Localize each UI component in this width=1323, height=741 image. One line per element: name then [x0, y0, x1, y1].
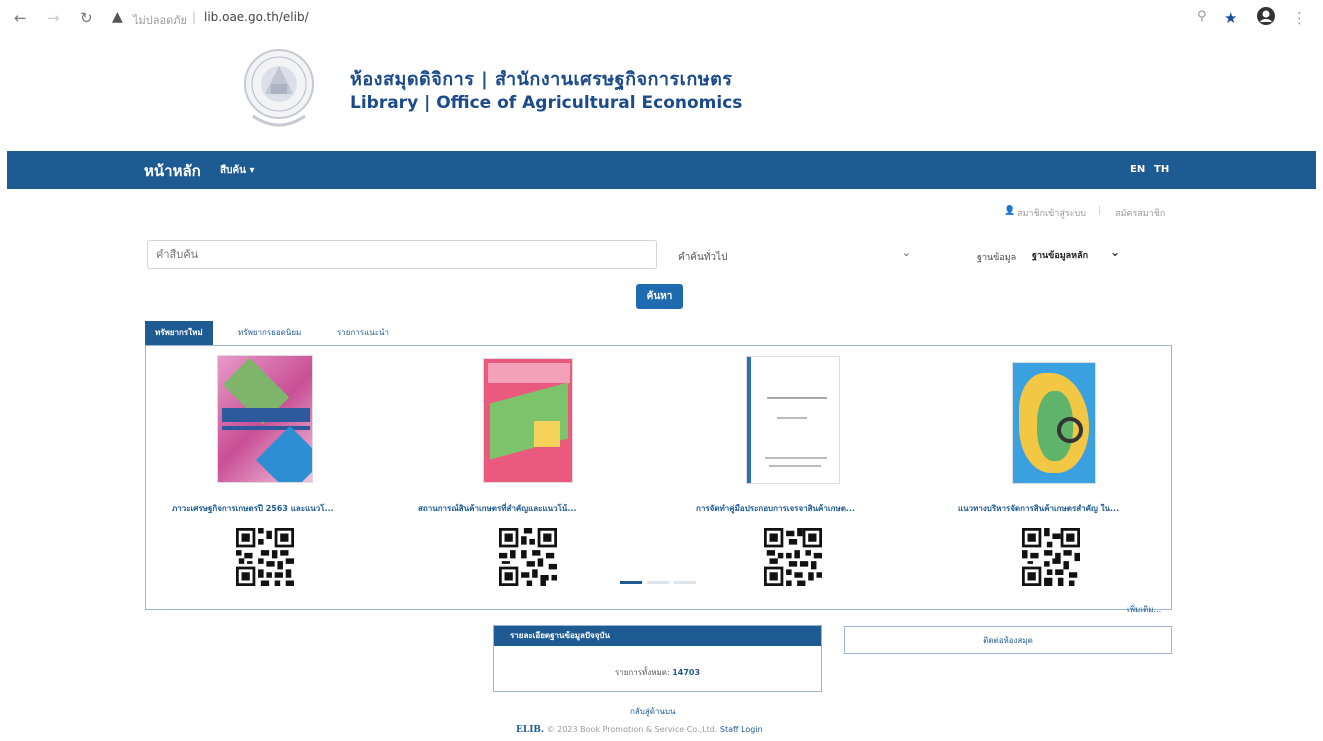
qr-code-icon [764, 528, 822, 586]
address-bar[interactable]: lib.oae.go.th/elib/ [204, 10, 309, 24]
search-input[interactable] [147, 240, 657, 269]
database-select[interactable]: ฐานข้อมูลหลัก [1032, 248, 1088, 262]
member-login-link[interactable]: สมาชิกเข้าสู่ระบบ [1017, 206, 1086, 220]
total-records-label: รายการทั้งหมด: [614, 668, 670, 677]
database-info-box: รายละเอียดฐานข้อมูลปัจจุบัน รายการทั้งหม… [493, 625, 822, 692]
qr-code-icon [499, 528, 557, 586]
book-carousel-panel: ภาวะเศรษฐกิจการเกษตรปี 2563 และแนวโ... ส… [145, 345, 1172, 610]
tab-popular-resources[interactable]: ทรัพยากรยอดนิยม [228, 321, 311, 345]
menu-dots-icon[interactable]: ⋮ [1292, 9, 1307, 27]
userbar-divider: | [1098, 206, 1102, 216]
site-title-thai: ห้องสมุดดิจิการ | สำนักงานเศรษฐกิจการเกษ… [350, 69, 733, 90]
elib-brand: ELIB. [516, 725, 545, 735]
book-cover[interactable] [1012, 362, 1096, 484]
tab-new-resources[interactable]: ทรัพยากรใหม่ [145, 321, 213, 345]
staff-login-link[interactable]: Staff Login [720, 725, 763, 734]
back-to-top-link[interactable]: กลับสู่ด้านบน [630, 705, 675, 718]
book-cover[interactable] [746, 356, 840, 484]
book-title[interactable]: สถานการณ์สินค้าเกษตรที่สำคัญและแนวโน้... [418, 502, 576, 515]
chevron-down-icon: ⌄ [901, 246, 911, 259]
lang-th[interactable]: TH [1154, 164, 1169, 175]
chevron-down-icon[interactable]: ⌄ [1110, 245, 1120, 259]
database-info-header: รายละเอียดฐานข้อมูลปัจจุบัน [494, 626, 821, 646]
book-title[interactable]: แนวทางบริหารจัดการสินค้าเกษตรสำคัญ ใน... [958, 502, 1119, 515]
forward-arrow-icon[interactable]: → [47, 9, 60, 27]
database-label: ฐานข้อมูล [977, 253, 1017, 263]
tab-recommended[interactable]: รายการแนะนำ [327, 321, 399, 345]
zoom-icon[interactable]: ⚲ [1197, 9, 1207, 24]
qr-code-icon [1022, 528, 1080, 586]
carousel-dot[interactable] [620, 581, 642, 584]
contact-library-button[interactable]: ติดต่อห้องสมุด [844, 626, 1172, 654]
warning-icon[interactable]: ▲ [112, 9, 123, 25]
nav-home[interactable]: หน้าหลัก [144, 159, 201, 183]
book-title[interactable]: การจัดทำคู่มือประกอบการเจรจาสินค้าเกษต..… [696, 502, 855, 515]
nav-search-dropdown[interactable]: สืบค้น ▾ [220, 163, 254, 178]
search-type-value: คำค้นทั่วไป [678, 252, 728, 263]
back-arrow-icon[interactable]: ← [14, 9, 27, 27]
carousel-dot[interactable] [647, 581, 669, 584]
footer-copyright: © 2023 Book Promotion & Service Co.,Ltd. [546, 725, 718, 734]
qr-code-icon [236, 528, 294, 586]
book-cover[interactable] [217, 355, 313, 483]
search-type-select[interactable]: คำค้นทั่วไป ⌄ [672, 244, 917, 268]
total-records: รายการทั้งหมด: 14703 [494, 666, 821, 679]
reload-icon[interactable]: ↻ [80, 9, 93, 27]
site-title-english: Library | Office of Agricultural Economi… [350, 93, 743, 113]
register-link[interactable]: สมัครสมาชิก [1115, 206, 1165, 220]
total-records-value: 14703 [672, 668, 701, 677]
book-title[interactable]: ภาวะเศรษฐกิจการเกษตรปี 2563 และแนวโ... [172, 502, 334, 515]
star-icon[interactable]: ★ [1224, 9, 1237, 27]
search-button[interactable]: ค้นหา [636, 284, 683, 309]
more-link[interactable]: เพิ่มเติม... [1127, 603, 1161, 616]
carousel-dot[interactable] [674, 581, 696, 584]
footer: ELIB. © 2023 Book Promotion & Service Co… [516, 725, 763, 735]
main-navbar: หน้าหลัก สืบค้น ▾ EN TH [7, 151, 1316, 189]
lang-en[interactable]: EN [1130, 164, 1145, 175]
oae-logo[interactable] [243, 44, 315, 134]
user-icon: 👤 [1004, 206, 1016, 216]
security-status[interactable]: ไม่ปลอดภัย [133, 11, 187, 29]
account-icon[interactable] [1256, 6, 1276, 30]
book-cover[interactable] [483, 358, 573, 483]
browser-toolbar: ← → ↻ ▲ ไม่ปลอดภัย | lib.oae.go.th/elib/… [0, 0, 1323, 40]
url-separator: | [192, 10, 197, 24]
